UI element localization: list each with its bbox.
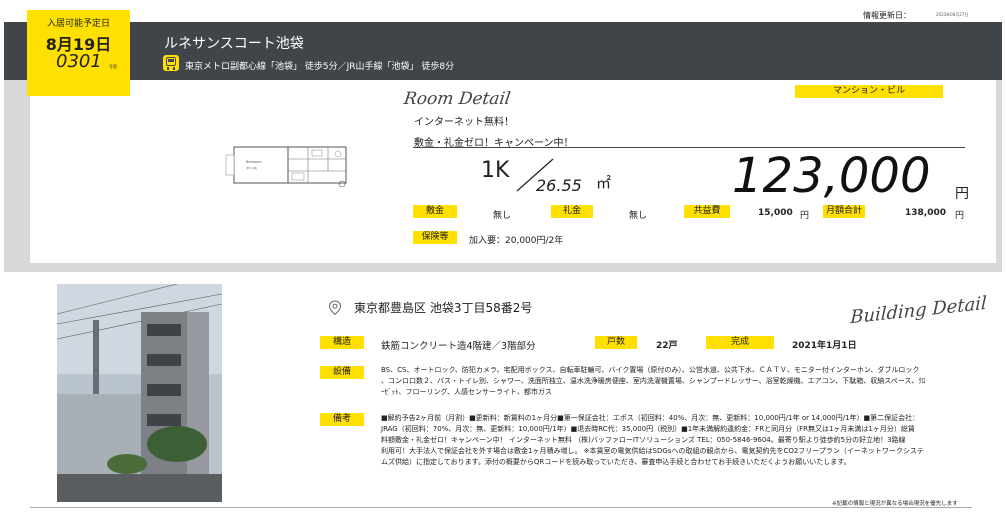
common-fee-label: 共益費 — [684, 205, 730, 218]
monthly-total-label: 月額合計 — [823, 205, 865, 218]
remarks-line: 利用可！大手法人で保証会社を外す場合は敷金1ヶ月積み増し。 ※本賃室の電気供給は… — [381, 447, 924, 455]
building-address: 東京都豊島区 池袋3丁目58番2号 — [354, 301, 533, 315]
remarks-label: 備考 — [320, 413, 364, 426]
key-money-label: 礼金 — [551, 205, 593, 218]
bottom-divider — [30, 507, 972, 508]
completed-value: 2021年1月1日 — [792, 341, 857, 351]
room-number-suffix: 号室 — [109, 64, 117, 69]
rent-amount: 123,000 — [732, 148, 931, 204]
common-fee-unit: 円 — [800, 211, 810, 221]
equipment-line: ｰｾﾞｯﾄ、フローリング、人感センサーライト、都市ガス — [381, 388, 552, 396]
equipment-line: BS、CS、オートロック、防犯カメラ、宅配用ボックス、自転車駐輪可、バイク置場（… — [381, 366, 920, 374]
floorplan-image: Bedroom 洋9.1帖 — [225, 146, 347, 187]
building-photo — [57, 284, 222, 502]
room-detail-heading: Room Detail — [402, 89, 512, 109]
structure-label: 構造 — [320, 336, 364, 349]
units-label: 戸数 — [595, 336, 637, 349]
equipment-label: 設備 — [320, 366, 364, 379]
building-title: ルネサンスコート池袋 — [164, 36, 304, 52]
svg-text:洋9.1帖: 洋9.1帖 — [246, 165, 257, 170]
deposit-value: 無し — [493, 211, 512, 221]
deposit-label: 敷金 — [413, 205, 457, 218]
common-fee-value: 15,000 — [758, 208, 793, 218]
remarks-text: ■解約予告2ヶ月前（月割）■更新料：新賃料の1ヶ月分■第一保証会社：エポス（初回… — [381, 413, 924, 468]
monthly-total-unit: 円 — [955, 211, 965, 221]
room-layout: 1K — [481, 158, 510, 183]
update-date: 2023年06月27日 — [936, 12, 969, 17]
floorplan-room-label: Bedroom — [246, 160, 262, 164]
room-area-unit: ㎡ — [596, 174, 612, 192]
feature-internet: インターネット無料！ — [414, 117, 514, 128]
equipment-text: BS、CS、オートロック、防犯カメラ、宅配用ボックス、自転車駐輪可、バイク置場（… — [381, 365, 925, 398]
rent-unit: 円 — [955, 186, 969, 202]
property-type-badge: マンション・ビル — [795, 85, 943, 98]
key-money-value: 無し — [629, 211, 648, 221]
units-value: 22戸 — [656, 341, 678, 351]
remarks-line: 料額敷金・礼金ゼロ！キャンペーン中！ インターネット無料 （株)バッファローIT… — [381, 436, 906, 444]
update-label: 情報更新日： — [863, 11, 911, 20]
room-number: 0301 — [56, 51, 102, 72]
remarks-line: ムズ供給）に指定しております。添付の概要からQRコードを読み取っていただき、審査… — [381, 458, 851, 466]
remarks-line: JRAG（初回料：70%、月次：無、更新料：10,000円/1年）■退去時RC代… — [381, 425, 915, 433]
monthly-total-value: 138,000 — [905, 208, 946, 218]
insurance-label: 保険等 — [413, 231, 457, 244]
header-band — [4, 22, 1002, 80]
structure-value: 鉄筋コンクリート造4階建／3階部分 — [381, 341, 536, 352]
footnote: ※記載の情報と現況が異なる場合現況を優先します — [832, 501, 958, 507]
equipment-line: 、コンロ口数２、バス・トイレ別、シャワー、洗面所独立、温水洗浄暖房便座、室内洗濯… — [381, 377, 926, 385]
remarks-line: ■解約予告2ヶ月前（月割）■更新料：新賃料の1ヶ月分■第一保証会社：エポス（初回… — [381, 414, 920, 422]
insurance-value: 加入要：20,000円/2年 — [469, 236, 564, 246]
room-area: 26.55 — [536, 176, 582, 195]
building-detail-heading: Building Detail — [850, 292, 988, 329]
train-icon — [163, 55, 179, 71]
move-in-label: 入居可能予定日 — [46, 19, 110, 29]
station-access: 東京メトロ副都心線「池袋」 徒歩5分／JR山手線「池袋」 徒歩8分 — [185, 62, 455, 72]
completed-label: 完成 — [706, 336, 774, 349]
location-pin-icon — [328, 300, 342, 316]
